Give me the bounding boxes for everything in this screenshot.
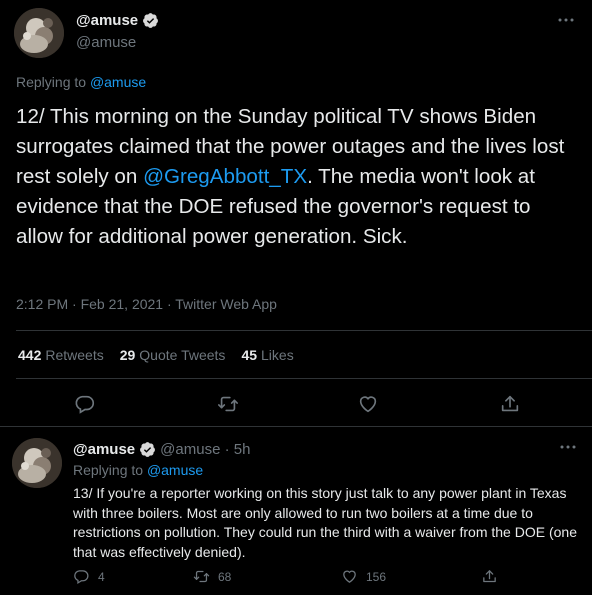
replying-to-prefix: Replying to — [73, 462, 147, 478]
likes-stat[interactable]: 45 Likes — [241, 347, 293, 363]
retweets-label: Retweets — [45, 347, 104, 363]
reply-author-avatar[interactable] — [12, 438, 62, 488]
like-icon — [341, 568, 358, 585]
author-avatar[interactable] — [14, 8, 64, 58]
reply-retweet-button[interactable]: 68 — [193, 568, 231, 585]
like-icon[interactable] — [357, 393, 379, 415]
replying-to-link[interactable]: @amuse — [147, 462, 203, 478]
divider — [16, 378, 592, 379]
more-options-icon[interactable] — [556, 10, 576, 30]
reply-icon[interactable] — [74, 393, 96, 415]
replying-to-line: Replying to @amuse — [16, 74, 146, 90]
replying-to-prefix: Replying to — [16, 74, 90, 90]
reply-actions: 4 68 156 — [73, 568, 503, 588]
reply-handle-time[interactable]: @amuse · 5h — [160, 441, 250, 458]
divider — [16, 330, 592, 331]
reply-tweet-text: 13/ If you're a reporter working on this… — [73, 485, 577, 560]
likes-label: Likes — [261, 347, 294, 363]
tweet-separator — [0, 426, 592, 427]
retweets-stat[interactable]: 442 Retweets — [18, 347, 104, 363]
author-name[interactable]: @amuse — [76, 12, 159, 29]
share-icon — [481, 568, 498, 585]
reply-icon — [73, 568, 90, 585]
like-count: 156 — [366, 569, 387, 584]
reply-author-name[interactable]: @amuse — [73, 441, 135, 458]
author-display-name[interactable]: @amuse — [76, 12, 138, 29]
quote-tweets-stat[interactable]: 29 Quote Tweets — [120, 347, 226, 363]
quote-tweets-count: 29 — [119, 347, 136, 363]
tweet-stats: 442 Retweets 29 Quote Tweets 45 Likes — [18, 347, 294, 363]
reply-count: 4 — [98, 569, 105, 584]
more-options-icon[interactable] — [558, 437, 578, 457]
reply-share-button[interactable] — [481, 568, 498, 585]
likes-count: 45 — [241, 347, 258, 363]
replying-to-link[interactable]: @amuse — [90, 74, 146, 90]
mention-link[interactable]: @GregAbbott_TX — [143, 165, 307, 188]
verified-badge-icon — [142, 12, 159, 29]
main-tweet: @amuse @amuse Replying to @amuse 12/ Thi… — [0, 0, 592, 432]
retweets-count: 442 — [18, 347, 42, 363]
tweet-timestamp[interactable]: 2:12 PM · Feb 21, 2021 · Twitter Web App — [16, 296, 277, 312]
retweet-icon — [193, 568, 210, 585]
author-handle[interactable]: @amuse — [76, 34, 136, 51]
reply-like-button[interactable]: 156 — [341, 568, 386, 585]
retweet-icon[interactable] — [217, 393, 239, 415]
reply-header: @amuse @amuse · 5h — [73, 441, 250, 458]
replying-to-line: Replying to @amuse — [73, 462, 203, 478]
quote-tweets-label: Quote Tweets — [139, 347, 226, 363]
reply-reply-button[interactable]: 4 — [73, 568, 105, 585]
verified-badge-icon — [139, 441, 156, 458]
retweet-count: 68 — [218, 569, 232, 584]
share-icon[interactable] — [499, 393, 521, 415]
tweet-text: 12/ This morning on the Sunday political… — [16, 102, 576, 252]
